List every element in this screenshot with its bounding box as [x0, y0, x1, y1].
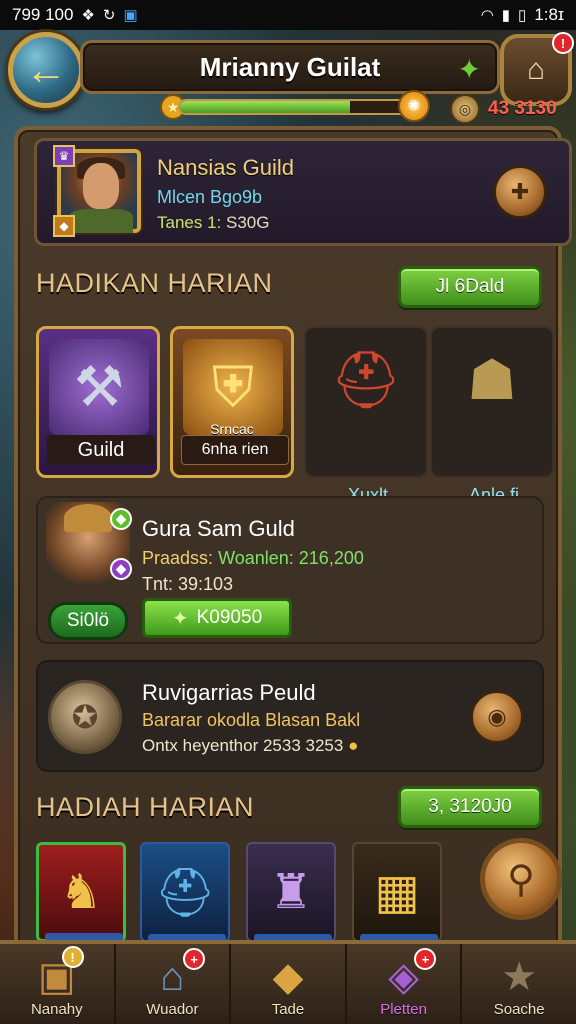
wifi-icon: ◠: [480, 7, 494, 24]
shop-badge: !: [552, 32, 574, 54]
nav-badge: !: [61, 946, 84, 968]
guild-leader-avatar: ♛ ◆: [53, 145, 141, 237]
reward-card-helmet-red[interactable]: ⛑ Xuxlt: [304, 326, 428, 505]
reward-card-shield[interactable]: ⛨ Srncac 6nha rien: [170, 326, 294, 478]
guild-quest-card: ◆ ◆ Gura Sam Guld Praadss: Woanlen: 216,…: [36, 496, 544, 644]
section-title-daily: HADIKAN HARIAN: [36, 268, 273, 298]
quest-join-button[interactable]: ✦ K09050: [142, 598, 292, 638]
search-button[interactable]: ⚲: [480, 838, 562, 920]
guild-event-card: ✪ Ruvigarrias Peuld Bararar okodla Blasa…: [36, 660, 544, 772]
claim-reward-button[interactable]: 3, 3120J0: [398, 786, 542, 828]
status-bar: 799 100 ❖ ↻ ▣ ◠ ▮ ▯ 1:8ɪ: [0, 0, 576, 30]
arrow-left-icon: ←: [25, 46, 67, 93]
shield-icon: ◆: [53, 215, 75, 237]
gold-bar-icon: ◆: [272, 955, 304, 999]
mask-icon: ♜: [269, 866, 313, 919]
chest-icon: ▦: [374, 866, 420, 919]
xp-bar-fill: [180, 101, 350, 113]
signal-icon: ▮: [501, 7, 511, 24]
guild-stat: Tanes 1: S30G: [157, 213, 270, 232]
bottom-nav: ▣ ! Nanahy ⌂ + Wuador ◆ Tade ◈ + Pletten…: [0, 940, 576, 1024]
house-icon: ⌂: [160, 955, 185, 999]
xp-bar: [178, 99, 418, 115]
coin-icon: ◎: [450, 94, 480, 124]
reward-item-chest[interactable]: ▦: [352, 842, 442, 942]
star-icon: ★: [501, 955, 538, 999]
title-plate: Mrianny Guilat ✦: [80, 40, 500, 94]
notification-icon: ❖: [81, 7, 95, 24]
nav-item-chest[interactable]: ▣ ! Nanahy: [0, 944, 116, 1024]
battery-icon: ▯: [518, 7, 527, 24]
sparkle-icon: ✦: [171, 607, 189, 630]
claim-all-button[interactable]: Jl 6Dald: [398, 266, 542, 308]
reward-item-warrior[interactable]: ♞: [36, 842, 126, 942]
page-title: Mrianny Guilat: [199, 51, 381, 82]
quest-progress: Praadss: Woanlen: 216,200: [142, 548, 364, 568]
gem-icon: ◆: [110, 558, 132, 580]
shop-icon: ⌂: [526, 53, 546, 86]
currency-display: ◎ 43 3130: [450, 94, 557, 124]
currency-value: 43 3130: [488, 98, 557, 119]
sun-icon: ✺: [398, 90, 430, 122]
helmet-icon: ☗: [466, 348, 518, 411]
quest-hero-avatar: ◆ ◆: [46, 502, 132, 590]
guild-subtitle: Mlcen Bgo9b: [157, 187, 263, 207]
reward-item-mask[interactable]: ♜: [246, 842, 336, 942]
helmet-icon: ⛑: [154, 866, 216, 920]
gem-icon: ◆: [110, 508, 132, 530]
xp-progress: ★ ✺: [160, 90, 430, 122]
nav-item-home[interactable]: ⌂ + Wuador: [116, 944, 232, 1024]
reward-card-guild[interactable]: ⚒ Guild: [36, 326, 160, 478]
helmet-icon: ⛑: [330, 348, 402, 411]
main-panel: ♛ ◆ Nansias Guild Mlcen Bgo9b Tanes 1: S…: [14, 126, 572, 1006]
event-stat: Ontx heyenthor 2533 3253 ●: [142, 736, 359, 755]
event-title: Ruvigarrias Peuld: [142, 680, 316, 705]
event-description: Bararar okodla Blasan Bakl: [142, 710, 361, 730]
coin-icon: ●: [348, 736, 359, 755]
sync-icon: ↻: [102, 7, 116, 24]
plus-icon: ✚: [510, 179, 530, 204]
circle-icon: ◉: [487, 704, 507, 729]
guild-name: Nansias Guild: [157, 155, 294, 180]
nav-item-star[interactable]: ★ Soache: [462, 944, 576, 1024]
medallion-icon: ✪: [48, 680, 122, 754]
knight-icon: ♞: [59, 866, 103, 919]
quest-solo-button[interactable]: Si0lö: [48, 602, 128, 640]
status-right-text: 1:8ɪ: [534, 5, 564, 24]
nav-badge: +: [183, 948, 206, 970]
reward-item-helmet-blue[interactable]: ⛑: [140, 842, 230, 942]
back-button[interactable]: ←: [8, 32, 84, 108]
reward-card-helmet-gold[interactable]: ☗ Anle fi: [430, 326, 554, 505]
hammer-icon: ⚒: [49, 339, 149, 435]
quest-title: Gura Sam Guld: [142, 516, 295, 541]
section-title-daily-reward: HADIAH HARIAN: [36, 792, 255, 822]
reward-label: Guild: [47, 435, 155, 465]
star-icon[interactable]: ✦: [458, 53, 481, 86]
event-action-button[interactable]: ◉: [470, 690, 524, 744]
app-icon: ▣: [123, 7, 138, 24]
guild-action-button[interactable]: ✚: [493, 165, 547, 219]
nav-item-potion[interactable]: ◈ + Pletten: [347, 944, 463, 1024]
header: ← Mrianny Guilat ✦ ⌂ ! ★ ✺ ◎ 43 3130: [0, 30, 576, 130]
crown-icon: ♛: [53, 145, 75, 167]
nav-badge: +: [414, 948, 437, 970]
nav-item-trade[interactable]: ◆ Tade: [231, 944, 347, 1024]
magnifier-icon: ⚲: [507, 858, 535, 901]
quest-timer: Tnt: 39:103: [142, 574, 234, 594]
status-time: 799 100: [12, 5, 74, 24]
reward-label: 6nha rien: [181, 435, 289, 465]
guild-card: ♛ ◆ Nansias Guild Mlcen Bgo9b Tanes 1: S…: [34, 138, 572, 246]
